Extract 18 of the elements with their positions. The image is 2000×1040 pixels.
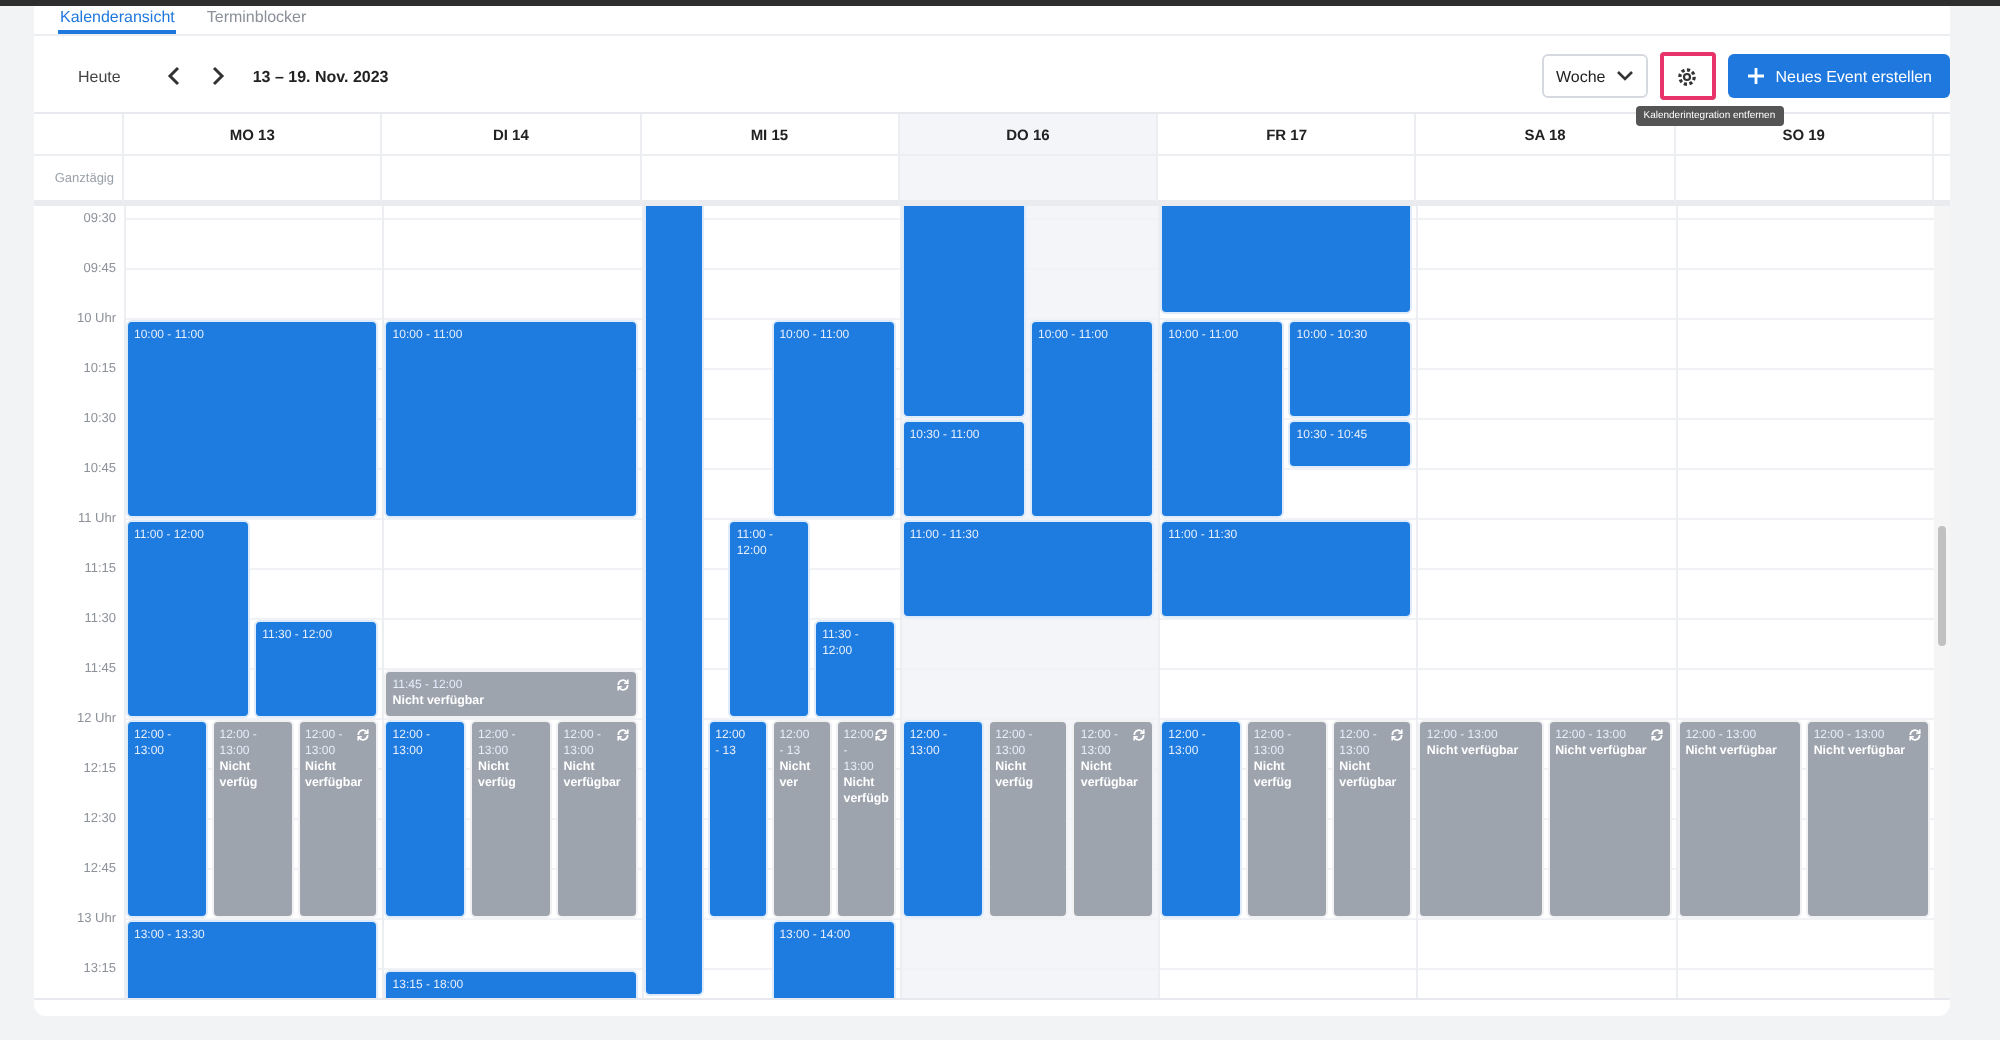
calendar-event[interactable] (901, 206, 1026, 418)
chevron-left-icon (166, 66, 183, 86)
settings-icon (1676, 65, 1699, 87)
chevron-right-icon (210, 66, 227, 86)
date-range: 13 – 19. Nov. 2023 (252, 67, 389, 85)
calendar-event[interactable] (1160, 206, 1413, 315)
all-day-cell[interactable] (899, 156, 1159, 206)
scrollbar-thumb[interactable] (1938, 526, 1946, 646)
all-day-cell[interactable] (382, 156, 642, 206)
today-button[interactable]: Heute (58, 59, 137, 93)
tab[interactable]: Terminblocker (204, 6, 309, 34)
settings-button[interactable] (1659, 52, 1716, 100)
chevron-down-icon (1615, 70, 1634, 82)
calendar-event[interactable] (643, 206, 704, 996)
tab[interactable]: Kalenderansicht (58, 6, 177, 34)
plus-icon (1747, 68, 1764, 84)
new-event-button[interactable]: Neues Event erstellen (1727, 54, 1950, 98)
view-dropdown[interactable]: Woche (1541, 54, 1648, 98)
